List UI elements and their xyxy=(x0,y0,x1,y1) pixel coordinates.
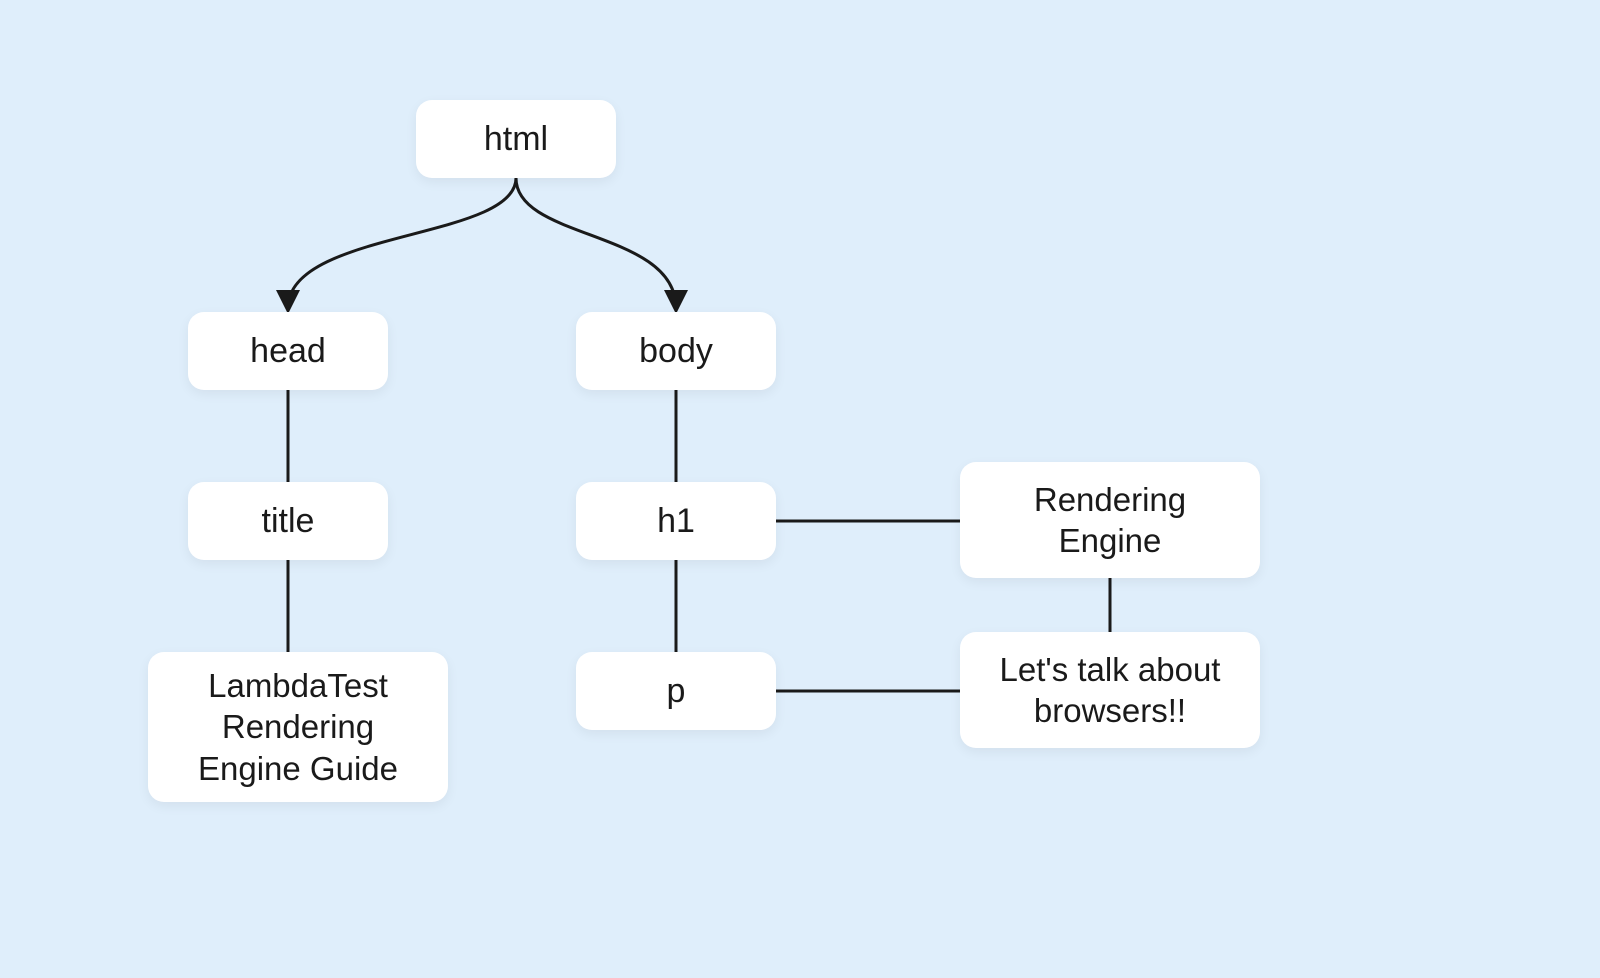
node-title: title xyxy=(188,482,388,560)
node-p: p xyxy=(576,652,776,730)
node-body-label: body xyxy=(639,330,713,373)
node-lets: Let's talk about browsers!! xyxy=(960,632,1260,748)
node-head: head xyxy=(188,312,388,390)
node-rendering-label: Rendering Engine xyxy=(988,479,1232,562)
node-lets-label: Let's talk about browsers!! xyxy=(988,649,1232,732)
node-rendering: Rendering Engine xyxy=(960,462,1260,578)
node-head-label: head xyxy=(250,330,326,373)
node-h1: h1 xyxy=(576,482,776,560)
node-p-label: p xyxy=(667,670,686,713)
node-h1-label: h1 xyxy=(657,500,695,543)
node-html-label: html xyxy=(484,118,548,161)
node-html: html xyxy=(416,100,616,178)
node-lambda-label: LambdaTest Rendering Engine Guide xyxy=(176,665,420,789)
node-lambda: LambdaTest Rendering Engine Guide xyxy=(148,652,448,802)
node-body: body xyxy=(576,312,776,390)
node-title-label: title xyxy=(262,500,315,543)
